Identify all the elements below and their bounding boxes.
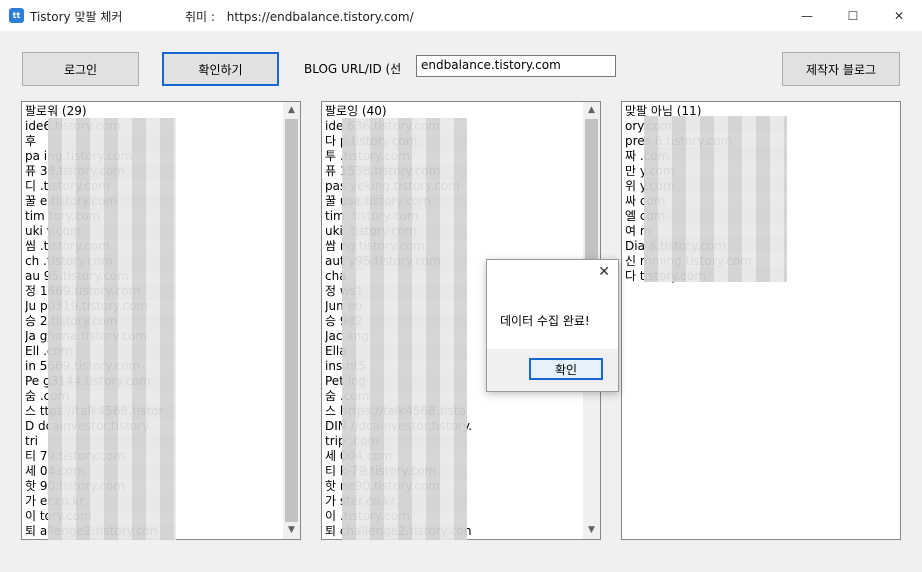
list-item[interactable]: 디 .tistory.com: [25, 179, 282, 194]
dialog-footer: 확인: [487, 349, 618, 391]
minimize-icon[interactable]: —: [784, 0, 830, 31]
followers-header: 팔로워 (29): [25, 104, 87, 118]
list-item[interactable]: pres 6.tistory.com: [625, 134, 897, 149]
list-item[interactable]: 싸 com: [625, 194, 897, 209]
list-item[interactable]: 이 .tistory.com: [325, 509, 582, 524]
scroll-down-icon[interactable]: ▼: [283, 522, 300, 539]
list-item[interactable]: 세 04.com: [25, 464, 282, 479]
blog-url-input[interactable]: endbalance.tistory.com: [416, 55, 616, 77]
check-button[interactable]: 확인하기: [162, 52, 279, 86]
list-item[interactable]: trip .com: [325, 434, 582, 449]
list-item[interactable]: 가 ster.co.kr: [325, 494, 582, 509]
list-item[interactable]: 짜 .com: [625, 149, 897, 164]
maximize-icon[interactable]: ☐: [830, 0, 876, 31]
non-mutual-list-content: 맞팔 아님 (11) ory.com pres 6.tistory.com 짜 .c…: [625, 104, 897, 539]
list-item[interactable]: 이 tory.com: [25, 509, 282, 524]
list-item[interactable]: 퓨 1538.tistory.com: [325, 164, 582, 179]
list-item[interactable]: pas yeking.tistory.com: [325, 179, 582, 194]
list-item[interactable]: 스 ttps://talk4568.tistor: [25, 404, 282, 419]
list-item[interactable]: Dia a.tistory.com: [625, 239, 897, 254]
list-item[interactable]: 여 m: [625, 224, 897, 239]
list-item[interactable]: 퇴 challenge2.tistory.con: [325, 524, 582, 539]
list-item[interactable]: 만 y.com: [625, 164, 897, 179]
dialog-close-icon[interactable]: ✕: [598, 264, 610, 280]
login-button[interactable]: 로그인: [22, 52, 139, 86]
list-item[interactable]: 위 y.com: [625, 179, 897, 194]
list-item[interactable]: ch .tistory.com: [25, 254, 282, 269]
list-item[interactable]: 다 p.tistory.com: [325, 134, 582, 149]
window-title: Tistory 맞팔 체커: [30, 10, 123, 24]
followers-list-content: 팔로워 (29) ide6.tistory.com 후 pa ing.tistory…: [25, 104, 282, 539]
completion-dialog: ✕ 데이터 수집 완료! 확인: [486, 259, 619, 392]
list-item[interactable]: 가 er.co.kr: [25, 494, 282, 509]
list-item[interactable]: 쌈 ng.tistory.com: [325, 239, 582, 254]
hobby-url: https://endbalance.tistory.com/: [226, 10, 414, 24]
list-item[interactable]: DIN //dcainvestor.tistory.: [325, 419, 582, 434]
close-icon[interactable]: ✕: [876, 0, 922, 31]
hobby-label: 취미 :: [185, 10, 215, 24]
list-item[interactable]: ide 636.tistory.com: [325, 119, 582, 134]
list-item[interactable]: 핫 ne90.tistory.com: [325, 479, 582, 494]
followers-scrollbar[interactable]: ▲ ▼: [283, 102, 300, 539]
list-item[interactable]: 씸 .tistory.com: [25, 239, 282, 254]
scroll-down-icon[interactable]: ▼: [583, 522, 600, 539]
tistory-app-icon: tt: [9, 8, 24, 23]
scroll-thumb[interactable]: [285, 119, 298, 522]
list-item[interactable]: 꿀 e.tistory.com: [25, 194, 282, 209]
list-item[interactable]: 다 tistory.com: [625, 269, 897, 284]
list-item[interactable]: 세 004.com: [325, 449, 582, 464]
scroll-up-icon[interactable]: ▲: [583, 102, 600, 119]
list-item[interactable]: ide6.tistory.com: [25, 119, 282, 134]
list-item[interactable]: 숨 .com: [25, 389, 282, 404]
dialog-ok-button[interactable]: 확인: [529, 358, 603, 380]
list-item[interactable]: tri: [25, 434, 282, 449]
list-item[interactable]: 투 .tistory.com: [325, 149, 582, 164]
non-mutual-list[interactable]: 맞팔 아님 (11) ory.com pres 6.tistory.com 짜 .c…: [621, 101, 901, 540]
author-blog-button[interactable]: 제작자 블로그: [782, 52, 900, 86]
list-item[interactable]: tim tory.com: [25, 209, 282, 224]
list-item[interactable]: 정 1669.tistory.com: [25, 284, 282, 299]
list-item[interactable]: uki .tistory.com: [325, 224, 582, 239]
list-item[interactable]: Ja ghona.tistory.com: [25, 329, 282, 344]
title-hobby: 취미 : https://endbalance.tistory.com/: [185, 8, 414, 25]
list-item[interactable]: 후: [25, 134, 282, 149]
followings-header: 팔로잉 (40): [325, 104, 387, 118]
list-item[interactable]: uki y.com: [25, 224, 282, 239]
list-item[interactable]: 신 mming.tistory.com: [625, 254, 897, 269]
non-mutual-header: 맞팔 아님 (11): [625, 104, 702, 118]
list-item[interactable]: au 95.tistory.com: [25, 269, 282, 284]
list-item[interactable]: 꿀 use.tistory.com: [325, 194, 582, 209]
list-item[interactable]: ory.com: [625, 119, 897, 134]
list-item[interactable]: 핫 90.tistory.com: [25, 479, 282, 494]
list-item[interactable]: 엘 com: [625, 209, 897, 224]
list-item[interactable]: 승 2.tistory.com: [25, 314, 282, 329]
scroll-up-icon[interactable]: ▲: [283, 102, 300, 119]
list-item[interactable]: Pe g3144.tistory.com: [25, 374, 282, 389]
list-item[interactable]: 티 k-79.tistory.com: [325, 464, 582, 479]
list-item[interactable]: Ju p0319.tistory.com: [25, 299, 282, 314]
title-bar: tt Tistory 맞팔 체커 취미 : https://endbalance…: [0, 0, 922, 31]
list-item[interactable]: 티 79.tistory.com: [25, 449, 282, 464]
dialog-message: 데이터 수집 완료!: [500, 314, 590, 328]
list-item[interactable]: 스 https://talk4568.tisto: [325, 404, 582, 419]
list-item[interactable]: pa ing.tistory.com: [25, 149, 282, 164]
list-item[interactable]: in 5669.tistory.com: [25, 359, 282, 374]
list-item[interactable]: D dcainvestor.tistory.: [25, 419, 282, 434]
followers-list[interactable]: 팔로워 (29) ide6.tistory.com 후 pa ing.tistory…: [21, 101, 301, 540]
list-item[interactable]: 퇴 allenge2.tistory.con: [25, 524, 282, 539]
blog-url-label: BLOG URL/ID (선: [304, 62, 402, 76]
list-item[interactable]: Ell .com: [25, 344, 282, 359]
list-item[interactable]: 퓨 38.tistory.com: [25, 164, 282, 179]
list-item[interactable]: tim .tistory.com: [325, 209, 582, 224]
